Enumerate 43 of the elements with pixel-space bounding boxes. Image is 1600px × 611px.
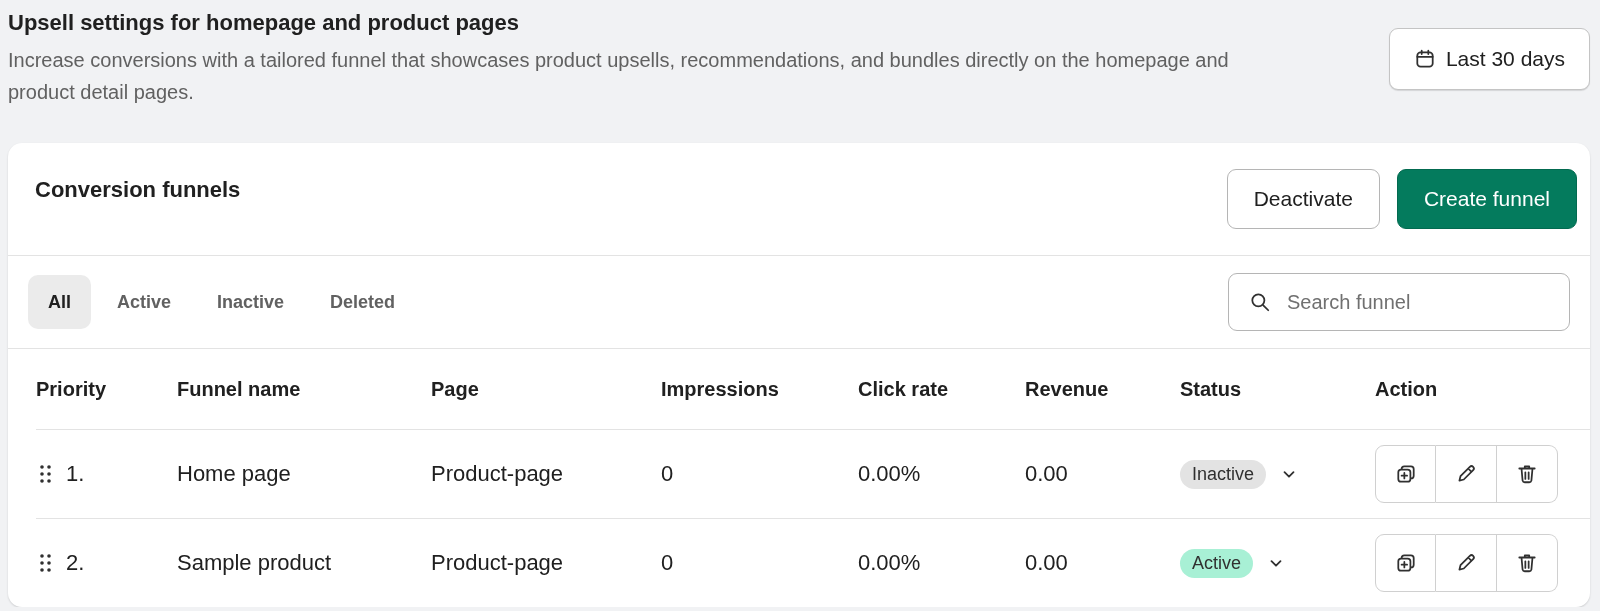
- click-rate-value: 0.00%: [858, 461, 921, 487]
- card-title: Conversion funnels: [35, 177, 241, 203]
- search-icon: [1249, 291, 1271, 313]
- filter-tab[interactable]: Inactive: [197, 275, 305, 329]
- column-header: Page: [431, 349, 661, 430]
- column-header: Status: [1180, 349, 1375, 430]
- delete-button[interactable]: [1497, 445, 1558, 503]
- impressions-value: 0: [661, 461, 674, 487]
- filter-tab[interactable]: Deleted: [310, 275, 416, 329]
- delete-button[interactable]: [1497, 534, 1558, 592]
- revenue-value: 0.00: [1025, 461, 1068, 487]
- priority-number: 1.: [66, 461, 85, 487]
- priority-number: 2.: [66, 550, 85, 576]
- page-name: Product-page: [431, 550, 564, 576]
- column-header: Funnel name: [177, 349, 431, 430]
- click-rate-value: 0.00%: [858, 550, 921, 576]
- search-field[interactable]: Search funnel: [1228, 273, 1570, 331]
- status-badge: Inactive: [1180, 459, 1267, 489]
- column-header: Impressions: [661, 349, 858, 430]
- column-header: Click rate: [858, 349, 1025, 430]
- impressions-value: 0: [661, 550, 674, 576]
- date-range-button[interactable]: Last 30 days: [1388, 28, 1590, 90]
- trash-icon: [1516, 463, 1538, 485]
- calendar-icon: [1413, 48, 1436, 70]
- revenue-value: 0.00: [1025, 550, 1068, 576]
- page-name: Product-page: [431, 461, 564, 487]
- column-header: Revenue: [1025, 349, 1180, 430]
- trash-icon: [1516, 552, 1538, 574]
- column-header: Action: [1375, 349, 1590, 430]
- deactivate-button[interactable]: Deactivate: [1226, 169, 1380, 229]
- column-header: Priority: [36, 349, 177, 430]
- copy-icon: [1394, 463, 1417, 485]
- duplicate-button[interactable]: [1375, 534, 1436, 592]
- status-badge: Active: [1180, 548, 1254, 578]
- copy-icon: [1394, 552, 1417, 574]
- create-funnel-button[interactable]: Create funnel: [1396, 169, 1577, 229]
- funnel-name: Sample product: [177, 550, 332, 576]
- filter-tab[interactable]: Active: [97, 275, 192, 329]
- duplicate-button[interactable]: [1375, 445, 1436, 503]
- page-title: Upsell settings for homepage and product pages: [8, 10, 520, 36]
- filter-tab[interactable]: All: [28, 275, 91, 329]
- page-description: Increase conversions with a tailored funnel that showcases product upsells, recommendations, and bundles directly on the homepage and product detail pages.: [8, 48, 1230, 105]
- funnel-name: Home page: [177, 461, 291, 487]
